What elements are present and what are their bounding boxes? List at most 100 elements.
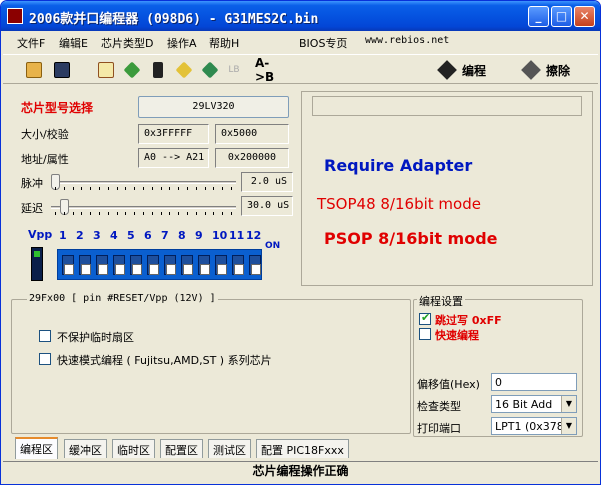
unprotect-sector-checkbox[interactable]: [39, 330, 51, 342]
dip-switch-12[interactable]: [249, 255, 261, 275]
slider-tick: [125, 212, 126, 215]
delay-slider[interactable]: [51, 198, 236, 216]
printer-port-select[interactable]: LPT1 (0x378) ▼: [491, 417, 577, 435]
erase-button[interactable]: 擦除: [519, 59, 575, 81]
dip-switch-5[interactable]: [130, 255, 142, 275]
tab-temp-area[interactable]: 临时区: [112, 439, 155, 458]
tab-program-area[interactable]: 编程区: [15, 437, 58, 459]
chip-select-label: 芯片型号选择: [21, 101, 94, 115]
dip-number-9: 9: [195, 229, 203, 242]
menu-help[interactable]: 帮助H: [209, 35, 239, 51]
slider-tick: [178, 212, 179, 215]
dip-switch-11[interactable]: [232, 255, 244, 275]
dip-number-7: 7: [161, 229, 169, 242]
menu-edit[interactable]: 编辑E: [59, 35, 88, 51]
info-line-1: Require Adapter: [324, 156, 473, 175]
dip-number-4: 4: [110, 229, 118, 242]
a-to-b-button[interactable]: A->B: [255, 56, 287, 84]
menu-bios-page[interactable]: BIOS专页: [299, 35, 347, 51]
slider-tick: [143, 212, 144, 215]
dip-switch-6[interactable]: [147, 255, 159, 275]
slider-tick: [134, 187, 135, 190]
checksum-field: 0x5000: [215, 124, 289, 144]
slider-tick: [196, 212, 197, 215]
slider-tick: [169, 187, 170, 190]
slider-tick: [205, 212, 206, 215]
vpp-label: Vpp: [28, 228, 53, 241]
maximize-button[interactable]: □: [551, 6, 572, 27]
dropdown-arrow-icon[interactable]: ▼: [561, 396, 576, 412]
slider-tick: [81, 187, 82, 190]
tab-test-area[interactable]: 测试区: [208, 439, 251, 458]
compare-button[interactable]: [199, 59, 221, 81]
menu-file[interactable]: 文件F: [17, 35, 45, 51]
blank-check-button[interactable]: [95, 59, 117, 81]
verify-button[interactable]: [173, 59, 195, 81]
dip-number-5: 5: [127, 229, 135, 242]
lb-button[interactable]: LB: [221, 59, 247, 81]
vpp-switch[interactable]: [31, 247, 43, 281]
dip-number-8: 8: [178, 229, 186, 242]
chip-id-button[interactable]: [147, 59, 169, 81]
dip-switch-9[interactable]: [198, 255, 210, 275]
address-label: 地址/属性: [21, 153, 69, 166]
fast-mode-label: 快速模式编程 ( Fujitsu,AMD,ST ) 系列芯片: [57, 354, 272, 367]
dip-switch-8[interactable]: [181, 255, 193, 275]
chip-name-button[interactable]: 29LV320: [138, 96, 289, 118]
open-button[interactable]: [23, 59, 45, 81]
tab-config-area[interactable]: 配置区: [160, 439, 203, 458]
skip-ff-checkbox[interactable]: [419, 311, 431, 325]
slider-tick: [222, 212, 223, 215]
dip-number-11: 11: [229, 229, 245, 242]
erase-label: 擦除: [545, 63, 570, 78]
fast-program-checkbox[interactable]: [419, 328, 431, 340]
offset-input[interactable]: 0: [491, 373, 577, 391]
program-label: 编程: [461, 63, 486, 78]
menu-chip-type[interactable]: 芯片类型D: [101, 35, 153, 51]
dip-number-6: 6: [144, 229, 152, 242]
dip-switch-3[interactable]: [96, 255, 108, 275]
read-button[interactable]: [121, 59, 143, 81]
slider-tick: [231, 212, 232, 215]
dip-switch-4[interactable]: [113, 255, 125, 275]
pulse-slider[interactable]: [51, 173, 236, 191]
title-bar[interactable]: 2006款并口编程器 (098D6) - G31MES2C.bin _ □ ✕: [1, 1, 600, 31]
delay-slider-track: [51, 206, 236, 209]
slider-tick: [152, 187, 153, 190]
close-button[interactable]: ✕: [574, 6, 595, 27]
folder-open-icon: [26, 62, 42, 78]
info-line-3: PSOP 8/16bit mode: [324, 229, 498, 248]
menu-operation[interactable]: 操作A: [167, 35, 197, 51]
options-title: 29Fx00 [ pin #RESET/Vpp (12V) ]: [27, 293, 218, 304]
tab-config-pic18[interactable]: 配置 PIC18Fxxx: [256, 439, 349, 458]
slider-tick: [108, 212, 109, 215]
minimize-button[interactable]: _: [528, 6, 549, 27]
slider-tick: [134, 212, 135, 215]
pulse-label: 脉冲: [21, 177, 43, 190]
tab-buffer-area[interactable]: 缓冲区: [64, 439, 107, 458]
slider-tick: [90, 187, 91, 190]
slider-tick: [231, 187, 232, 190]
floppy-icon: [54, 62, 70, 78]
menu-url[interactable]: www.rebios.net: [365, 35, 449, 46]
slider-tick: [117, 187, 118, 190]
slider-tick: [187, 187, 188, 190]
blank-check-icon: [98, 62, 114, 78]
app-icon[interactable]: [7, 8, 23, 24]
dip-switch-10[interactable]: [215, 255, 227, 275]
dropdown-arrow-icon[interactable]: ▼: [561, 418, 576, 434]
program-icon: [437, 60, 457, 80]
delay-value-field: 30.0 uS: [241, 196, 293, 216]
slider-tick: [187, 212, 188, 215]
dip-switch-7[interactable]: [164, 255, 176, 275]
main-window: 2006款并口编程器 (098D6) - G31MES2C.bin _ □ ✕ …: [0, 0, 601, 485]
dip-switch-1[interactable]: [62, 255, 74, 275]
fast-mode-checkbox[interactable]: [39, 353, 51, 365]
dip-switch-2[interactable]: [79, 255, 91, 275]
slider-tick: [161, 212, 162, 215]
program-button[interactable]: 编程: [435, 59, 491, 81]
check-type-select[interactable]: 16 Bit Add ▼: [491, 395, 577, 413]
save-button[interactable]: [51, 59, 73, 81]
address-range-field: A0 --> A21: [138, 148, 209, 168]
fast-program-label: 快速编程: [435, 329, 479, 342]
